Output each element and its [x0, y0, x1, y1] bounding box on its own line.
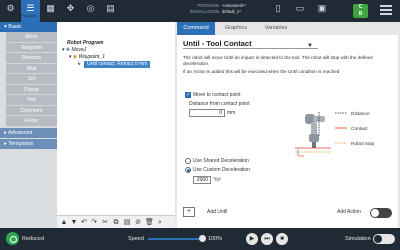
distance-unit: mm — [227, 110, 236, 116]
save-file-button[interactable]: ▣ Save... — [312, 0, 332, 22]
copy-icon[interactable]: ⧉ — [112, 218, 120, 227]
top-bar: ⚙ Run ☰ Program ▦ Installation ✥ Move ◎ … — [0, 0, 400, 22]
cut-icon[interactable]: ✂ — [101, 218, 109, 227]
tree-node-until-contact[interactable]: Until contact: Retract 0 mm — [84, 61, 151, 68]
node-editor-panel: Command Graphics Variables Until - Tool … — [175, 22, 400, 228]
tree-node-until[interactable]: ↳ — [77, 61, 81, 68]
program-icon: ☰ — [26, 3, 35, 13]
speed-slider-handle[interactable] — [199, 235, 206, 242]
search-icon[interactable]: ⌕ — [156, 218, 164, 227]
bottom-bar: Reduced Speed 100% ▶ ⏭ ■ Simulation — [0, 228, 400, 250]
installation-button[interactable]: ▦ Installation — [41, 0, 60, 22]
shared-deceleration-radio[interactable] — [185, 158, 191, 164]
description-text: The robot will move Until an impact is d… — [183, 55, 373, 66]
io-button[interactable]: ◎ I/O — [81, 0, 100, 22]
legend-distance-text: Distance — [351, 111, 370, 117]
until-arrow-icon: ↳ — [77, 61, 82, 67]
move-down-icon[interactable]: ▼ — [70, 218, 78, 227]
step-icon[interactable]: ⏭ — [261, 233, 273, 245]
add-until-button[interactable]: + — [183, 207, 195, 217]
tree-node-movej[interactable]: ▾ ✥ MoveJ — [62, 47, 86, 54]
add-action-toggle[interactable] — [370, 208, 392, 218]
move-icon: ✥ — [66, 3, 75, 13]
hamburger-menu-icon[interactable] — [380, 5, 392, 17]
save-file-icon: ▣ — [317, 3, 327, 13]
speed-slider-track[interactable] — [148, 238, 202, 240]
new-file-button[interactable]: ▯ New... — [268, 0, 288, 22]
open-file-button[interactable]: ▭ Open... — [290, 0, 310, 22]
speed-value: 100% — [208, 236, 223, 242]
custom-deceleration-label: Use Custom Deceleration — [193, 167, 250, 173]
tree-toolbar: ▲ ▼ ↶ ↷ ✂ ⧉ ▤ ⊘ 🗑 ⌕ — [57, 215, 175, 228]
nav-item-comment[interactable]: Comment — [6, 105, 57, 116]
shared-deceleration-label: Use Shared Deceleration — [193, 158, 249, 164]
installation-icon: ▦ — [46, 3, 55, 13]
open-file-icon: ▭ — [295, 3, 305, 13]
robot-status: Reduced — [22, 236, 45, 242]
tree-node-robot-program[interactable]: Robot Program — [67, 40, 103, 47]
templates-section-header[interactable]: ▸ Templates — [0, 138, 57, 149]
basic-section-header[interactable]: ▾ Basic — [0, 22, 57, 32]
log-icon: ▤ — [106, 3, 115, 13]
add-action-label: Add Action — [337, 209, 361, 215]
simulation-label: Simulation — [345, 236, 371, 242]
log-button[interactable]: ▤ Log — [101, 0, 120, 22]
new-file-icon: ▯ — [275, 3, 281, 13]
delete-icon[interactable]: 🗑 — [145, 218, 154, 227]
nav-item-halt[interactable]: Halt — [6, 95, 57, 106]
program-nodes-nav: ▾ Basic Move Waypoint Direction Wait Set… — [0, 22, 57, 228]
legend-contact-text: Contact — [351, 126, 368, 132]
nav-item-folder[interactable]: Folder — [6, 116, 57, 127]
nav-item-popup[interactable]: Popup — [6, 84, 57, 95]
tool-contact-diagram: Distance Contact Robot stop — [295, 111, 375, 157]
nav-item-waypoint[interactable]: Waypoint — [6, 42, 57, 53]
deceleration-input[interactable]: 2000 — [193, 176, 211, 184]
toggle-knob — [371, 209, 379, 217]
nav-item-set[interactable]: Set — [6, 74, 57, 85]
move-button[interactable]: ✥ Move — [61, 0, 80, 22]
tab-variables[interactable]: Variables — [257, 22, 295, 35]
move-up-icon[interactable]: ▲ — [60, 218, 68, 227]
add-until-label: Add Until — [207, 209, 228, 215]
stop-icon[interactable]: ■ — [276, 233, 288, 245]
undo-icon[interactable]: ↶ — [80, 218, 88, 227]
program-tree: Robot Program ▾ ✥ MoveJ ▾ ◉ Waypoint_1 ↳… — [57, 22, 175, 228]
ur-logo-icon: ⚙ — [6, 3, 15, 13]
editor-tabs: Command Graphics Variables — [175, 22, 400, 35]
distance-label: Distance from contact point — [189, 101, 250, 107]
nav-item-move[interactable]: Move — [6, 32, 57, 43]
power-icon[interactable] — [6, 232, 19, 245]
tree-node-waypoint[interactable]: ▾ ◉ Waypoint_1 — [69, 54, 105, 61]
custom-deceleration-radio[interactable] — [185, 167, 191, 173]
move-to-contact-label: Move to contact point — [193, 92, 241, 98]
paste-icon[interactable]: ▤ — [123, 218, 131, 227]
safety-checksum-badge[interactable]: C B — [353, 4, 368, 18]
advanced-section-header[interactable]: ▸ Advanced — [0, 127, 57, 138]
deceleration-unit: °/s² — [213, 177, 221, 183]
tab-graphics[interactable]: Graphics — [217, 22, 255, 35]
play-icon[interactable]: ▶ — [246, 233, 258, 245]
speed-label: Speed — [128, 236, 144, 242]
suppress-icon[interactable]: ⊘ — [134, 218, 142, 227]
legend-robot-stop-text: Robot stop — [351, 141, 375, 147]
action-description-text: If an Action is added this will be execu… — [183, 69, 340, 74]
page-title: Until - Tool Contact — [183, 39, 252, 48]
nav-item-wait[interactable]: Wait — [6, 63, 57, 74]
program-button[interactable]: ☰ Program — [21, 0, 40, 22]
program-info: PROGRAM <unnamed>* INSTALLATION default_1* — [189, 3, 246, 14]
robot-arm-icon — [305, 114, 325, 148]
redo-icon[interactable]: ↷ — [90, 218, 98, 227]
dropdown-arrow-icon[interactable]: ▼ — [307, 43, 313, 49]
move-to-contact-checkbox[interactable]: ✓ — [185, 92, 191, 98]
simulation-toggle[interactable] — [373, 234, 395, 244]
io-icon: ◎ — [86, 3, 95, 13]
nav-item-direction[interactable]: Direction — [6, 53, 57, 64]
toggle-knob — [374, 235, 382, 243]
command-content: Until - Tool Contact ▼ The robot will mo… — [177, 35, 398, 228]
tab-command[interactable]: Command — [177, 22, 215, 35]
distance-input[interactable]: 0 — [189, 109, 225, 117]
run-button[interactable]: ⚙ Run — [1, 0, 20, 22]
plus-icon: + — [186, 208, 192, 215]
